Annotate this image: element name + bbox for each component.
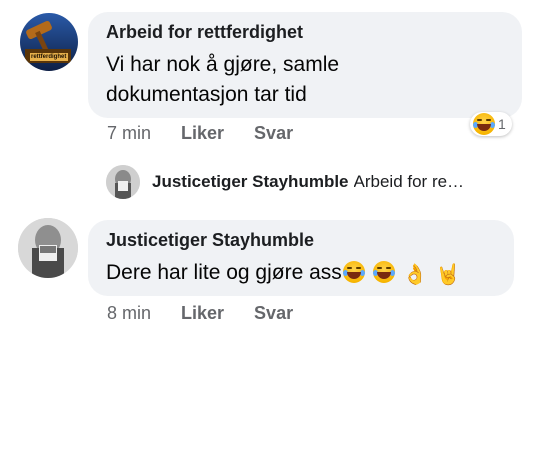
avatar-image [20, 13, 78, 71]
comment-bubble: Arbeid for rettferdighet Vi har nok å gj… [88, 12, 522, 118]
comment-text: Vi har nok å gjøre, samle dokumentasjon … [106, 50, 339, 110]
reaction-summary[interactable]: 1 [470, 112, 512, 136]
laughing-emoji-icon [372, 261, 395, 283]
avatar-arbeid-for-rettferdighet[interactable]: rettferdighet [20, 13, 78, 71]
avatar-justicetiger-small [106, 165, 140, 199]
reply-button[interactable]: Svar [254, 123, 293, 144]
comment-timestamp[interactable]: 8 min [107, 303, 151, 324]
avatar-justicetiger-stayhumble[interactable] [18, 218, 78, 278]
reply-preview[interactable]: Justicetiger Stayhumble Arbeid for re… [106, 165, 526, 199]
comment-timestamp[interactable]: 7 min [107, 123, 151, 144]
comment-actions: 7 min Liker Svar [107, 123, 323, 144]
avatar-logo-text: rettferdighet [31, 54, 67, 60]
rock-hand-icon: 🤘 [435, 264, 461, 286]
laughing-emoji-icon [473, 113, 495, 135]
reply-author[interactable]: Justicetiger Stayhumble [152, 172, 349, 192]
comment-text-body: Dere har lite og gjøre ass [106, 261, 342, 284]
avatar-image [18, 218, 78, 278]
reply-snippet: Arbeid for re… [353, 172, 465, 191]
laughing-emoji-icon [342, 261, 365, 283]
comment-author[interactable]: Arbeid for rettferdighet [106, 22, 303, 43]
comment-text-line: Vi har nok å gjøre, samle [106, 53, 340, 76]
reply-button[interactable]: Svar [254, 303, 293, 324]
comment-actions: 8 min Liker Svar [107, 303, 323, 324]
comment-text-line: dokumentasjon tar tid [106, 83, 307, 106]
comment-text: Dere har lite og gjøre ass 👌 🤘 [106, 258, 461, 288]
ok-hand-icon: 👌 [402, 264, 428, 286]
comment-author[interactable]: Justicetiger Stayhumble [106, 230, 314, 251]
like-button[interactable]: Liker [181, 303, 224, 324]
like-button[interactable]: Liker [181, 123, 224, 144]
comment-bubble: Justicetiger Stayhumble Dere har lite og… [88, 220, 514, 296]
reaction-count: 1 [498, 116, 506, 132]
